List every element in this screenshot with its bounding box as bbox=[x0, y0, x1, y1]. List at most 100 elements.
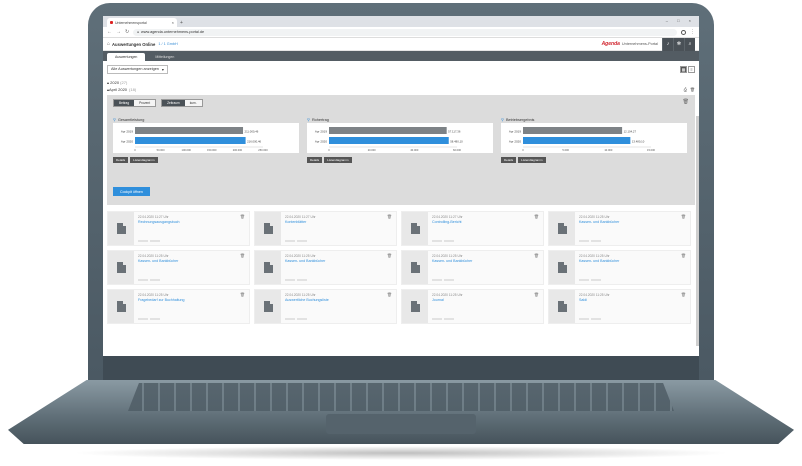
grid-view-icon[interactable]: ▦ bbox=[680, 65, 687, 73]
document-actions bbox=[432, 279, 454, 281]
trash-icon[interactable]: 🗑 bbox=[534, 214, 539, 219]
document-card[interactable]: 22.04.2020 11:25 Uhr Kassen- und Bankbüch… bbox=[254, 250, 397, 285]
menu-icon[interactable]: ⋮ bbox=[690, 29, 695, 35]
trash-icon[interactable]: 🗑 bbox=[387, 292, 392, 297]
trash-icon[interactable]: 🗑 bbox=[681, 214, 686, 219]
document-card[interactable]: 22.04.2020 11:25 Uhr Auswertliche Buchung… bbox=[254, 289, 397, 324]
bar bbox=[135, 137, 246, 144]
trash-icon[interactable]: 🗑 bbox=[534, 292, 539, 297]
document-name[interactable]: Kassen- und Bankbücher bbox=[138, 259, 178, 263]
document-card[interactable]: 22.04.2020 11:25 Uhr Fragebedarf zur Buch… bbox=[107, 289, 250, 324]
document-actions bbox=[579, 279, 601, 281]
filter-select[interactable]: Alle Auswertungen anzeigen ▾ bbox=[107, 64, 168, 74]
toggle-zeitraum[interactable]: Zeitraum bbox=[162, 100, 185, 106]
list-view-icon[interactable]: ≡ bbox=[688, 65, 695, 73]
document-card[interactable]: 22.04.2020 11:27 Uhr Rechnungsausgangsbuc… bbox=[107, 211, 250, 246]
url-field[interactable]: ■ www.agenda.unternehmens-portal.de bbox=[133, 28, 677, 36]
document-name[interactable]: Rechnungsausgangsbuch bbox=[138, 220, 180, 224]
trash-icon[interactable]: 🗑 bbox=[690, 87, 695, 92]
toolbar: Alle Auswertungen anzeigen ▾ ▦ ≡ bbox=[103, 61, 699, 77]
notification-bell-icon[interactable]: ♪ bbox=[662, 37, 673, 51]
window-controls[interactable]: – □ × bbox=[666, 18, 695, 23]
settings-gear-icon[interactable]: ✻ bbox=[673, 37, 684, 51]
document-name[interactable]: Saldi bbox=[579, 298, 610, 302]
tick-label: 10.000 bbox=[604, 148, 612, 152]
print-icon[interactable]: ⎙ bbox=[684, 87, 687, 92]
home-icon[interactable]: ⌂ bbox=[107, 41, 110, 47]
document-name[interactable]: Auswertliche Buchungsliste bbox=[285, 298, 329, 302]
trash-icon[interactable]: 🗑 bbox=[387, 214, 392, 219]
back-icon[interactable]: ← bbox=[107, 29, 112, 35]
forward-icon[interactable]: → bbox=[116, 29, 121, 35]
toggle-kumuliert[interactable]: kum. bbox=[184, 100, 202, 106]
trash-icon[interactable]: 🗑 bbox=[534, 253, 539, 258]
reload-icon[interactable]: ↻ bbox=[125, 29, 129, 35]
document-card[interactable]: 22.04.2020 11:25 Uhr Journal 🗑 bbox=[401, 289, 544, 324]
toggle-prozent[interactable]: Prozent bbox=[134, 100, 156, 106]
document-name[interactable]: Controlling-Bericht bbox=[432, 220, 463, 224]
document-actions bbox=[138, 279, 160, 281]
document-name[interactable]: Kassen- und Bankbücher bbox=[285, 259, 325, 263]
trash-icon[interactable]: 🗑 bbox=[681, 292, 686, 297]
data-label: 216.000,46 bbox=[247, 140, 261, 144]
lock-icon: ■ bbox=[137, 30, 140, 34]
trash-icon[interactable]: 🗑 bbox=[240, 253, 245, 258]
document-actions bbox=[138, 318, 160, 320]
bar bbox=[135, 127, 244, 134]
app-title: Auswertungen Online bbox=[112, 41, 156, 47]
listendiagramm-button[interactable]: Listendiagramm bbox=[130, 157, 158, 163]
document-card[interactable]: 22.04.2020 11:27 Uhr Kontenblätter 🗑 bbox=[254, 211, 397, 246]
close-tab-icon[interactable]: × bbox=[172, 20, 174, 25]
new-tab-icon[interactable]: + bbox=[180, 20, 183, 26]
trash-icon[interactable]: 🗑 bbox=[681, 253, 686, 258]
document-name[interactable]: Journal bbox=[432, 298, 463, 302]
year-row[interactable]: ▴ 2020 (27) bbox=[103, 77, 699, 86]
pin-icon[interactable]: ⚲ bbox=[501, 117, 504, 122]
document-name[interactable]: Kassen- und Bankbücher bbox=[579, 259, 619, 263]
document-actions bbox=[432, 318, 454, 320]
document-date: 22.04.2020 11:25 Uhr bbox=[432, 293, 463, 297]
details-button[interactable]: Details bbox=[501, 157, 517, 163]
document-card[interactable]: 22.04.2020 11:25 Uhr Kassen- und Bankbüch… bbox=[548, 211, 691, 246]
trash-icon[interactable]: 🗑 bbox=[683, 99, 689, 105]
tab-mitteilungen[interactable]: Mitteilungen bbox=[147, 53, 182, 61]
tick-label: 50.000 bbox=[157, 148, 165, 152]
trash-icon[interactable]: 🗑 bbox=[240, 292, 245, 297]
tick-label: 100.000 bbox=[182, 148, 192, 152]
listendiagramm-button[interactable]: Listendiagramm bbox=[518, 157, 546, 163]
cockpit-button[interactable]: Cockpit öffnen bbox=[113, 187, 150, 196]
month-row[interactable]: ▴ April 2020 (18) ⎙ 🗑 bbox=[103, 86, 699, 93]
chevron-down-icon: ▾ bbox=[161, 67, 164, 72]
document-name[interactable]: Kontenblätter bbox=[285, 220, 316, 224]
trash-icon[interactable]: 🗑 bbox=[387, 253, 392, 258]
tick-label: 5.000 bbox=[562, 148, 569, 152]
document-card[interactable]: 22.04.2020 11:25 Uhr Kassen- und Bankbüch… bbox=[548, 250, 691, 285]
document-icon bbox=[255, 251, 281, 284]
document-name[interactable]: Fragebedarf zur Buchhaltung bbox=[138, 298, 185, 302]
details-button[interactable]: Details bbox=[113, 157, 129, 163]
trash-icon[interactable]: 🗑 bbox=[240, 214, 245, 219]
document-card[interactable]: 22.04.2020 11:27 Uhr Controlling-Bericht 🗑 bbox=[401, 211, 544, 246]
document-card[interactable]: 22.04.2020 11:25 Uhr Kassen- und Bankbüch… bbox=[107, 250, 250, 285]
tick-label: 150.000 bbox=[207, 148, 217, 152]
document-date: 22.04.2020 11:27 Uhr bbox=[432, 215, 463, 219]
details-button[interactable]: Details bbox=[307, 157, 323, 163]
company-name[interactable]: 1 / 1 GmbH bbox=[158, 42, 177, 46]
tick-label: 200.000 bbox=[233, 148, 243, 152]
document-card[interactable]: 22.04.2020 11:25 Uhr Kassen- und Bankbüch… bbox=[401, 250, 544, 285]
month-count: (18) bbox=[129, 87, 137, 92]
chart-title: Rohertrag bbox=[311, 117, 329, 122]
document-card[interactable]: 22.04.2020 11:25 Uhr Saldi 🗑 bbox=[548, 289, 691, 324]
document-name[interactable]: Kassen- und Bankbücher bbox=[432, 259, 472, 263]
pin-icon[interactable]: ⚲ bbox=[113, 117, 116, 122]
document-name[interactable]: Kassen- und Bankbücher bbox=[579, 220, 619, 224]
pin-icon[interactable]: ⚲ bbox=[307, 117, 310, 122]
scrollbar[interactable] bbox=[696, 116, 699, 346]
browser-tab[interactable]: Unternehmensportal × bbox=[107, 18, 177, 27]
tab-auswertungen[interactable]: Auswertungen bbox=[107, 53, 146, 61]
listendiagramm-button[interactable]: Listendiagramm bbox=[324, 157, 352, 163]
profile-icon[interactable] bbox=[681, 29, 686, 35]
data-label: 211.000,46 bbox=[245, 130, 259, 134]
toggle-beitrag[interactable]: Beitrag bbox=[114, 100, 135, 106]
search-icon[interactable]: ⌕ bbox=[684, 37, 695, 51]
